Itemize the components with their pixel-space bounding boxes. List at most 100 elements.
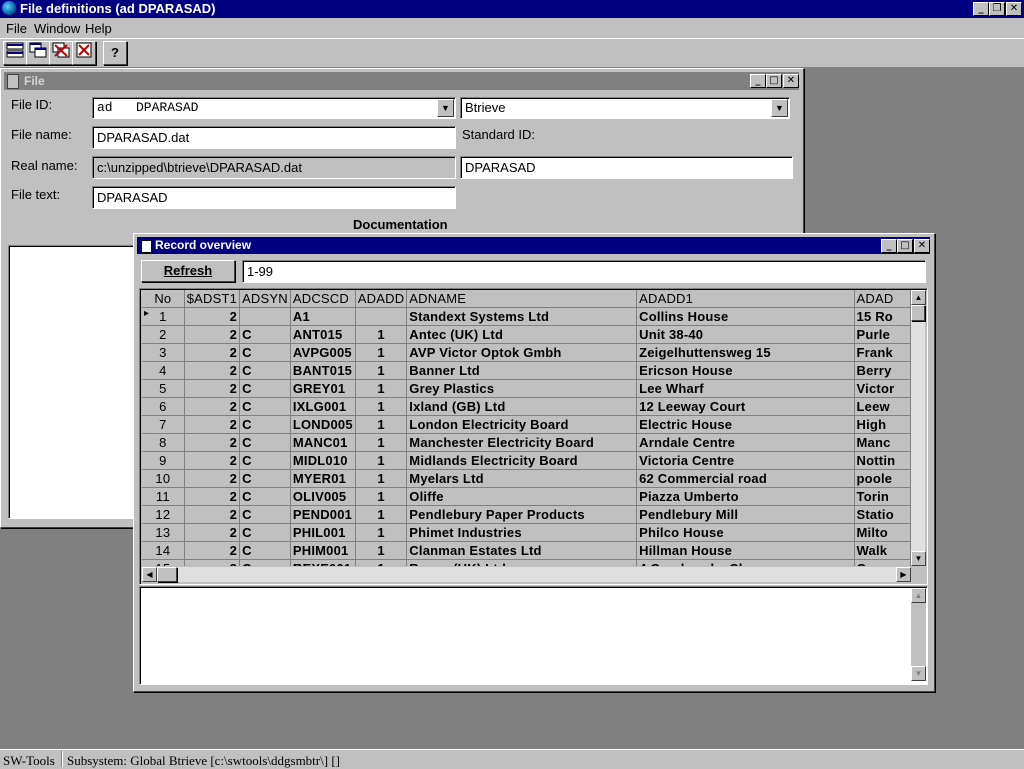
cell-adadd1[interactable]: Piazza Umberto [636, 487, 855, 506]
cell-adname[interactable]: Banner Ltd [406, 361, 638, 380]
table-row[interactable]: 15 2CREXE0011Rexen (UK) Ltd4 Crosbrooke C… [142, 559, 911, 566]
help-icon[interactable]: ? [103, 41, 127, 65]
cell-adadd1[interactable]: Zeigelhuttensweg 15 [636, 343, 855, 362]
cell-adsyn[interactable]: C [239, 415, 291, 434]
cell-adadd[interactable] [355, 307, 408, 326]
grid-scroll-up-icon[interactable]: ▲ [911, 290, 926, 305]
col-header-adad[interactable]: ADAD [854, 290, 911, 308]
cell-adadd1[interactable]: 62 Commercial road [636, 469, 855, 488]
col-header-adadd1[interactable]: ADADD1 [636, 290, 855, 308]
table-row[interactable]: 12 2 C PEND001 1 Pendlebury Paper Products Pen… [142, 505, 911, 524]
cell-adsyn[interactable]: C [239, 379, 291, 398]
grid-scroll-left-icon[interactable]: ◀ [142, 567, 157, 582]
cell-adname[interactable]: Pendlebury Paper Products [406, 505, 638, 524]
app-minimize-button[interactable]: _ [973, 2, 989, 16]
cell-adad[interactable]: High [854, 415, 911, 434]
col-header-adadd[interactable]: ADADD [355, 290, 408, 308]
cell-adname[interactable]: Clanman Estates Ltd [406, 541, 638, 560]
cell-adname[interactable]: Rexen (UK) Ltd [406, 559, 638, 566]
cell-adst1[interactable]: 2 [184, 397, 241, 416]
cell-adsyn[interactable]: C [239, 433, 291, 452]
grid-vscroll-thumb[interactable] [911, 305, 925, 321]
table-row[interactable]: 13 2 C PHIL001 1 Phimet Industries Philco Hous… [142, 523, 911, 542]
cell-no[interactable]: ▸ 1 [142, 307, 185, 326]
cell-no[interactable]: 3 [142, 343, 185, 362]
table-row[interactable]: 6 2 C IXLG001 1 Ixland (GB) Ltd 12 Leeway Cour… [142, 397, 911, 416]
cell-adad[interactable]: Manc [854, 433, 911, 452]
cell-adst1[interactable]: 2 [184, 451, 241, 470]
table-row[interactable]: 2 2 C ANT015 1 Antec (UK) Ltd Unit 38-40 Purle [142, 325, 911, 344]
cell-adsyn[interactable]: C [239, 469, 291, 488]
cell-no[interactable]: 14 [142, 541, 185, 560]
file-type-dropdown-icon[interactable]: ▼ [771, 99, 788, 117]
table-row[interactable]: 9 2 C MIDL010 1 Midlands Electricity Board Vic… [142, 451, 911, 470]
grid-scroll-down-icon[interactable]: ▼ [911, 551, 926, 566]
cell-no[interactable]: 6 [142, 397, 185, 416]
cell-adad[interactable]: poole [854, 469, 911, 488]
cell-adst1[interactable]: 2 [184, 487, 241, 506]
cell-adadd[interactable]: 1 [355, 325, 408, 344]
cell-adadd[interactable]: 1 [355, 415, 408, 434]
cell-adcscd[interactable]: REXE001 [290, 559, 356, 566]
cell-adad[interactable]: Milto [854, 523, 911, 542]
cell-adst1[interactable]: 2 [184, 559, 241, 566]
table-row[interactable]: 5 2 C GREY01 1 Grey Plastics Lee Wharf Victor [142, 379, 911, 398]
cell-adad[interactable]: Torin [854, 487, 911, 506]
menu-help[interactable]: Help [85, 21, 112, 36]
record-memo-textarea[interactable]: ▲ ▼ [139, 586, 928, 685]
cell-adcscd[interactable]: GREY01 [290, 379, 356, 398]
cell-adname[interactable]: Ixland (GB) Ltd [406, 397, 638, 416]
cell-no[interactable]: 2 [142, 325, 185, 344]
cell-adadd[interactable]: 1 [355, 379, 408, 398]
cell-adad[interactable]: Crow [854, 559, 911, 566]
grid-horizontal-scrollbar[interactable]: ◀ ▶ [142, 567, 911, 582]
cell-adad[interactable]: Statio [854, 505, 911, 524]
cell-no[interactable]: 5 [142, 379, 185, 398]
table-row[interactable]: 7 2 C LOND005 1 London Electricity Board Elect… [142, 415, 911, 434]
cell-adadd1[interactable]: 12 Leeway Court [636, 397, 855, 416]
cell-adcscd[interactable]: PEND001 [290, 505, 356, 524]
cell-no[interactable]: 10 [142, 469, 185, 488]
cell-adsyn[interactable]: C [239, 559, 291, 566]
cell-adcscd[interactable]: OLIV005 [290, 487, 356, 506]
cell-adadd1[interactable]: Ericson House [636, 361, 855, 380]
cell-adadd[interactable]: 1 [355, 469, 408, 488]
cell-adcscd[interactable]: PHIL001 [290, 523, 356, 542]
file-window-maximize-button[interactable]: □ [766, 74, 782, 88]
cell-adadd1[interactable]: 4 Crosbrooke Close [636, 559, 855, 566]
cell-no[interactable]: 12 [142, 505, 185, 524]
cell-adsyn[interactable]: C [239, 397, 291, 416]
grid-hscroll-thumb[interactable] [157, 567, 177, 582]
cell-adadd1[interactable]: Pendlebury Mill [636, 505, 855, 524]
table-row[interactable]: 14 2 C PHIM001 1 Clanman Estates Ltd Hillman H… [142, 541, 911, 560]
cell-adadd[interactable]: 1 [355, 343, 408, 362]
cell-adst1[interactable]: 2 [184, 433, 241, 452]
standard-id-field[interactable]: DPARASAD [460, 156, 793, 179]
col-header-adst1[interactable]: $ADST1 [184, 290, 241, 308]
record-window-sys-icon[interactable] [141, 240, 152, 253]
cell-adadd[interactable]: 1 [355, 541, 408, 560]
cell-adsyn[interactable] [239, 307, 291, 326]
cell-adname[interactable]: London Electricity Board [406, 415, 638, 434]
memo-vertical-scrollbar[interactable]: ▲ ▼ [911, 588, 926, 681]
col-header-adcscd[interactable]: ADCSCD [290, 290, 356, 308]
cell-adad[interactable]: Frank [854, 343, 911, 362]
table-row[interactable]: 4 2 C BANT015 1 Banner Ltd Ericson House Berry [142, 361, 911, 380]
table-row[interactable]: 3 2 C AVPG005 1 AVP Victor Optok Gmbh Zeigelhu… [142, 343, 911, 362]
cell-adst1[interactable]: 2 [184, 325, 241, 344]
file-window-minimize-button[interactable]: _ [750, 74, 766, 88]
cell-adadd[interactable]: 1 [355, 451, 408, 470]
cell-adadd1[interactable]: Lee Wharf [636, 379, 855, 398]
app-restore-button[interactable]: ❐ [989, 2, 1005, 16]
cell-adadd1[interactable]: Victoria Centre [636, 451, 855, 470]
file-window-sys-icon[interactable] [7, 74, 19, 89]
file-type-combo[interactable]: Btrieve ▼ [460, 97, 790, 119]
cell-adad[interactable]: Leew [854, 397, 911, 416]
refresh-button[interactable]: Refresh [141, 260, 235, 282]
cell-adsyn[interactable]: C [239, 541, 291, 560]
cell-adcscd[interactable]: BANT015 [290, 361, 356, 380]
memo-scroll-down-icon[interactable]: ▼ [911, 666, 926, 681]
cell-adcscd[interactable]: LOND005 [290, 415, 356, 434]
cell-adst1[interactable]: 2 [184, 469, 241, 488]
cell-adst1[interactable]: 2 [184, 307, 241, 326]
